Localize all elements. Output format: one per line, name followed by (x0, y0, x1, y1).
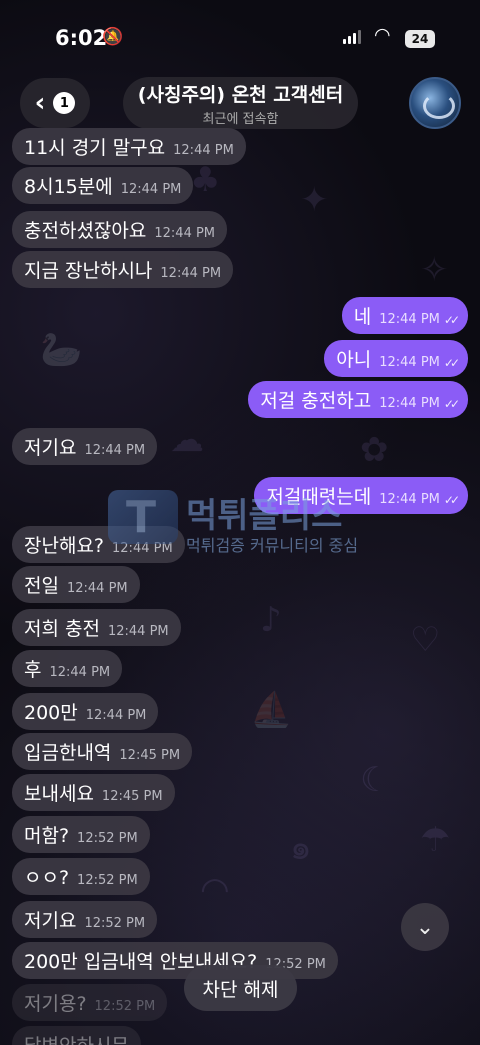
message-text: 충전하셨잖아요 (24, 220, 147, 242)
message-time: 12:44 PM (120, 182, 182, 197)
back-button[interactable]: ‹ 1 (20, 78, 90, 128)
watermark-tagline: 먹튀검증 커뮤니티의 중심 (186, 536, 359, 555)
incoming-message[interactable]: 보내세요 12:45 PM (12, 774, 175, 811)
incoming-message[interactable]: 저기요 12:52 PM (12, 901, 158, 938)
battery-indicator: 24 (405, 30, 435, 48)
incoming-message[interactable]: 11시 경기 말구요 12:44 PM (12, 128, 246, 165)
message-time: 12:44 PM (379, 355, 440, 370)
message-time: 12:44 PM (160, 266, 222, 281)
cellular-signal-icon (343, 30, 361, 44)
incoming-message[interactable]: 전일 12:44 PM (12, 566, 140, 603)
chevron-left-icon: ‹ (34, 88, 46, 118)
message-text: 장난해요? (24, 535, 105, 557)
message-time: 12:44 PM (66, 581, 128, 596)
incoming-message[interactable]: 저기용? 12:52 PM (12, 984, 168, 1021)
message-time: 12:44 PM (85, 708, 147, 723)
message-text: 지금 장난하시나 (24, 260, 153, 282)
incoming-message[interactable]: 저희 충전 12:44 PM (12, 609, 181, 646)
chat-status: 최근에 접속함 (202, 111, 279, 127)
message-text: 저기요 (24, 910, 77, 932)
message-text: 후 (24, 659, 42, 681)
incoming-message[interactable]: 충전하셨잖아요 12:44 PM (12, 211, 228, 248)
incoming-message[interactable]: 8시15분에 12:44 PM (12, 167, 194, 204)
chat-avatar[interactable] (409, 77, 461, 129)
message-time: 12:45 PM (119, 748, 181, 763)
message-text: 전일 (24, 575, 59, 597)
message-text: 저기용? (24, 993, 87, 1015)
incoming-message[interactable]: ㅇㅇ? 12:52 PM (12, 858, 150, 895)
unread-count-badge: 1 (53, 92, 76, 114)
message-text: 입금한내역 (24, 742, 112, 764)
message-text: 아니 (336, 349, 372, 371)
message-text: 보내세요 (24, 783, 94, 805)
read-checkmarks-icon: ✓✓ (443, 396, 460, 411)
incoming-message[interactable]: 200만 12:44 PM (12, 693, 159, 730)
message-text: 저희 충전 (24, 618, 100, 640)
message-time: 12:44 PM (379, 492, 440, 507)
read-checkmarks-icon: ✓✓ (443, 492, 460, 507)
message-text: 8시15분에 (24, 176, 113, 198)
unblock-button[interactable]: 차단 해제 (184, 965, 297, 1011)
incoming-message[interactable]: 머함? 12:52 PM (12, 816, 150, 853)
watermark-brand: 먹튀폴리스 (186, 496, 343, 536)
message-time: 12:44 PM (84, 443, 146, 458)
message-time: 12:44 PM (107, 624, 169, 639)
watermark: 먹튀폴리스 먹튀검증 커뮤니티의 중심 (108, 488, 378, 558)
message-text: 11시 경기 말구요 (24, 137, 166, 159)
message-text: 저걸 충전하고 (260, 390, 372, 412)
incoming-message[interactable]: 지금 장난하시나 12:44 PM (12, 251, 234, 288)
message-text: ㅇㅇ? (24, 867, 70, 889)
chevron-down-icon: ⌄ (415, 914, 435, 940)
message-time: 12:44 PM (173, 143, 234, 158)
status-bar: 6:02 🔕 ◠ 24 (0, 0, 480, 78)
message-text: 답변안하시뮤 (24, 1031, 129, 1045)
watermark-logo-icon (108, 490, 178, 544)
status-time: 6:02 (55, 26, 108, 50)
message-text: 네 (353, 306, 372, 328)
message-time: 12:52 PM (77, 873, 138, 888)
message-time: 12:52 PM (84, 916, 146, 931)
message-text: 200만 (24, 702, 78, 724)
message-time: 12:44 PM (379, 312, 440, 327)
message-time: 12:52 PM (94, 999, 156, 1014)
scroll-to-bottom-button[interactable]: ⌄ (401, 903, 449, 951)
incoming-message[interactable]: 저기요 12:44 PM (12, 428, 158, 465)
silent-bell-icon: 🔕 (102, 27, 124, 47)
message-time: 12:44 PM (49, 665, 111, 680)
read-checkmarks-icon: ✓✓ (443, 312, 460, 327)
incoming-message[interactable]: 후 12:44 PM (12, 650, 123, 687)
message-time: 12:52 PM (77, 831, 138, 846)
chat-title-pill[interactable]: (사칭주의) 온천 고객센터 최근에 접속함 (123, 77, 358, 129)
incoming-message[interactable]: 입금한내역 12:45 PM (12, 733, 193, 770)
wifi-icon: ◠ (374, 24, 391, 46)
message-text: 저기요 (24, 437, 77, 459)
outgoing-message[interactable]: 네 12:44 PM ✓✓ (341, 297, 468, 334)
chat-title: (사칭주의) 온천 고객센터 (137, 83, 344, 106)
incoming-message[interactable]: 답변안하시뮤 (12, 1026, 141, 1045)
message-text: 머함? (24, 825, 70, 847)
read-checkmarks-icon: ✓✓ (443, 355, 460, 370)
message-time: 12:45 PM (101, 789, 163, 804)
outgoing-message[interactable]: 저걸 충전하고 12:44 PM ✓✓ (248, 381, 468, 418)
message-time: 12:44 PM (379, 396, 440, 411)
message-time: 12:44 PM (154, 226, 216, 241)
outgoing-message[interactable]: 아니 12:44 PM ✓✓ (324, 340, 468, 377)
